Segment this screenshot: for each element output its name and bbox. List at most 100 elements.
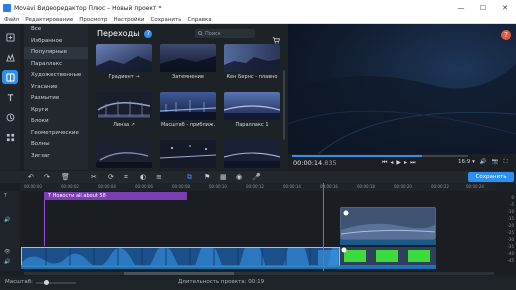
transition-tile[interactable]: Затемнение <box>160 44 216 80</box>
title-clip-connector <box>44 200 45 246</box>
more-tools-icon[interactable] <box>2 130 18 144</box>
delete-icon[interactable]: 🗑 <box>61 173 70 181</box>
menu-help[interactable]: Справка <box>187 17 211 23</box>
project-duration: Длительность проекта: 00:19 <box>178 279 264 285</box>
record-voice-icon[interactable]: 🎤 <box>252 173 261 181</box>
play-icon[interactable]: ▶ <box>396 159 401 167</box>
playhead[interactable] <box>323 183 324 271</box>
export-button[interactable]: Сохранить <box>468 172 514 182</box>
volume-scale: 0 -5 -10 -15 -20 -25 -30 -35 -40 -45 <box>492 195 516 271</box>
transition-tile[interactable] <box>96 140 152 170</box>
ruler-tick-label: 00:00:04 <box>98 184 116 189</box>
maximize-button[interactable]: ☐ <box>472 0 494 16</box>
transition-tile[interactable]: Градиент → <box>96 44 152 80</box>
close-button[interactable]: ✕ <box>494 0 516 16</box>
transition-tile[interactable] <box>160 140 216 170</box>
category-geometric[interactable]: Геометрические <box>24 128 88 140</box>
title-clip[interactable]: T Новости all about 58 <box>44 192 187 200</box>
zoom-slider[interactable] <box>36 280 76 285</box>
transition-thumbnail <box>160 92 216 120</box>
transitions-icon[interactable] <box>2 70 18 84</box>
color-adjust-icon[interactable]: ◐ <box>140 173 146 181</box>
minimize-button[interactable]: — <box>450 0 472 16</box>
search-input[interactable]: Поиск <box>195 29 255 38</box>
overlay-icon[interactable]: ◉ <box>236 173 242 181</box>
visibility-icon[interactable]: 👁 <box>4 249 10 255</box>
snapshot-icon[interactable]: 📷 <box>492 159 499 166</box>
step-back-icon[interactable]: ◂ <box>390 159 393 167</box>
help-icon[interactable]: ? <box>144 29 153 38</box>
category-artistic[interactable]: Художественные <box>24 70 88 82</box>
titles-track-icon[interactable]: T <box>4 193 7 199</box>
preview-player[interactable]: ? <box>288 24 516 154</box>
stabilize-icon[interactable]: ▦ <box>220 173 227 181</box>
menu-settings[interactable]: Настройки <box>113 17 144 23</box>
undo-icon[interactable]: ↶ <box>28 173 34 181</box>
transition-tile[interactable]: Параллакс 1 <box>224 92 280 128</box>
menu-file[interactable]: Файл <box>4 17 19 23</box>
volume-tick: 0 <box>511 195 514 200</box>
category-zigzag[interactable]: Зигзаг <box>24 151 88 163</box>
menu-view[interactable]: Просмотр <box>79 17 107 23</box>
step-forward-icon[interactable]: ▸ <box>404 159 407 167</box>
transition-label: Затемнение <box>172 74 204 80</box>
aspect-ratio-select[interactable]: 16:9 ▾ <box>458 159 475 166</box>
overlay-mute-icon[interactable]: 🔊 <box>4 217 10 223</box>
overlay-video-clip[interactable] <box>340 207 436 240</box>
transition-tile[interactable]: Масштаб - приближ. <box>160 92 216 128</box>
playback-progress-fill <box>292 155 423 157</box>
category-favorites[interactable]: Избранное <box>24 36 88 48</box>
help-icon[interactable]: ? <box>501 30 511 40</box>
timeline-ruler[interactable]: 00:00:00 00:00:02 00:00:04 00:00:06 00:0… <box>20 183 496 191</box>
transition-wizard-icon[interactable]: ⧉ <box>187 173 192 182</box>
panel-title: Переходы <box>97 29 140 38</box>
transition-tile[interactable]: Кен Бернс - плавно <box>224 44 280 80</box>
import-icon[interactable] <box>2 30 18 44</box>
marker-icon[interactable]: ⚑ <box>204 173 210 181</box>
search-icon <box>198 31 203 36</box>
category-parallax[interactable]: Параллакс <box>24 59 88 71</box>
timeline-scroll-thumb[interactable] <box>124 272 234 275</box>
transition-thumbnail <box>160 140 216 168</box>
green-screen-clip[interactable] <box>340 247 436 267</box>
main-video-clip[interactable] <box>21 247 340 267</box>
volume-icon[interactable]: 🔊 <box>480 159 487 166</box>
category-blocks[interactable]: Блоки <box>24 116 88 128</box>
transition-thumbnail <box>224 140 280 168</box>
main-audio-waveform[interactable] <box>21 265 436 269</box>
transition-tile[interactable] <box>224 140 280 170</box>
menu-edit[interactable]: Редактирование <box>25 17 73 23</box>
stickers-icon[interactable] <box>2 110 18 124</box>
main-mute-icon[interactable]: 🔊 <box>4 259 10 265</box>
timeline-scrollbar[interactable] <box>24 272 494 275</box>
menu-save[interactable]: Сохранить <box>151 17 182 23</box>
fullscreen-icon[interactable]: ⛶ <box>504 159 508 166</box>
category-circles[interactable]: Круги <box>24 105 88 117</box>
panel-scrollbar[interactable] <box>283 70 285 140</box>
volume-tick: -10 <box>507 209 514 214</box>
skip-back-icon[interactable]: ⏮ <box>382 159 387 167</box>
category-blur[interactable]: Размытие <box>24 93 88 105</box>
transition-thumbnail <box>96 140 152 168</box>
crop-icon[interactable]: ⌗ <box>124 173 128 182</box>
category-popular[interactable]: Популярные <box>24 47 88 59</box>
category-fade[interactable]: Угасание <box>24 82 88 94</box>
cut-icon[interactable]: ✂ <box>91 173 97 181</box>
redo-icon[interactable]: ↷ <box>44 173 50 181</box>
transition-thumbnail <box>96 44 152 72</box>
rotate-icon[interactable]: ⟳ <box>108 173 114 181</box>
volume-tick: -15 <box>507 216 514 221</box>
clip-properties-icon[interactable]: ≡ <box>156 173 162 181</box>
category-all[interactable]: Все <box>24 24 88 36</box>
zoom-slider-knob[interactable] <box>44 280 49 285</box>
playback-progress[interactable] <box>292 155 468 157</box>
overlay-audio-track[interactable] <box>340 240 436 245</box>
status-bar: Масштаб: Длительность проекта: 00:19 <box>0 276 516 290</box>
filters-icon[interactable] <box>2 50 18 64</box>
ruler-tick-label: 00:00:12 <box>246 184 264 189</box>
transition-tile[interactable]: Линза ↗ <box>96 92 152 128</box>
category-waves[interactable]: Волны <box>24 139 88 151</box>
window-title: Movavi Видеоредактор Плюс – Новый проект… <box>14 4 162 12</box>
titles-icon[interactable] <box>2 90 18 104</box>
skip-forward-icon[interactable]: ⏭ <box>410 159 415 167</box>
